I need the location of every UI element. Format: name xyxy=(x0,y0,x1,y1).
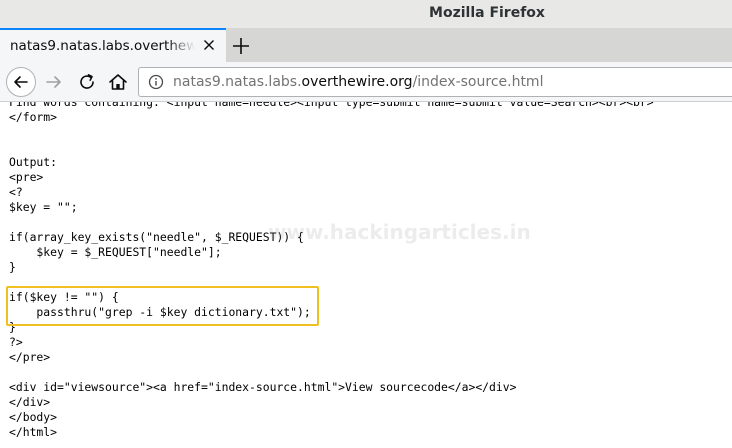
window-title: Mozilla Firefox xyxy=(429,5,545,21)
navigation-toolbar: natas9.natas.labs.overthewire.org/index-… xyxy=(0,62,732,102)
source-line: <pre> xyxy=(9,170,44,184)
source-line: <? xyxy=(9,185,23,199)
arrow-right-icon[interactable] xyxy=(44,72,64,92)
source-line: </pre> xyxy=(9,350,51,364)
watermark: www.hackingarticles.in xyxy=(268,220,531,244)
info-icon[interactable] xyxy=(148,74,164,90)
source-line: </html> xyxy=(9,425,58,439)
title-bar: Mozilla Firefox xyxy=(0,0,732,28)
source-line: ?> xyxy=(9,335,23,349)
source-line: Find words containing: <input name=needl… xyxy=(9,102,654,109)
source-line: } xyxy=(9,260,16,274)
source-line: Output: xyxy=(9,155,58,169)
source-line: </form> xyxy=(9,110,58,124)
home-icon[interactable] xyxy=(107,71,129,93)
source-line xyxy=(9,365,654,380)
tab-label: natas9.natas.labs.overthewire.org xyxy=(10,38,195,54)
highlight-box xyxy=(6,286,319,326)
close-icon[interactable] xyxy=(200,36,218,54)
url-text: natas9.natas.labs.overthewire.org/index-… xyxy=(173,74,543,90)
source-line: <div id="viewsource"><a href="index-sour… xyxy=(9,380,517,394)
source-line: $key = $_REQUEST["needle"]; xyxy=(9,245,222,259)
source-code: Find words containing: <input name=needl… xyxy=(9,102,654,440)
plus-icon[interactable] xyxy=(230,35,252,57)
arrow-left-icon xyxy=(14,76,28,88)
source-line xyxy=(9,125,654,140)
url-path: /index-source.html xyxy=(412,74,544,90)
back-button[interactable] xyxy=(6,67,36,97)
reload-icon[interactable] xyxy=(77,72,97,92)
url-bar[interactable]: natas9.natas.labs.overthewire.org/index-… xyxy=(138,67,732,97)
page-content: Find words containing: <input name=needl… xyxy=(0,102,732,448)
source-line: </div> xyxy=(9,395,51,409)
url-prefix: natas9.natas.labs. xyxy=(173,74,302,90)
source-line xyxy=(9,140,654,155)
browser-window: Mozilla Firefox natas9.natas.labs.overth… xyxy=(0,0,732,448)
tab-strip: natas9.natas.labs.overthewire.org xyxy=(0,28,732,62)
source-line: </body> xyxy=(9,410,58,424)
tab-natas9[interactable]: natas9.natas.labs.overthewire.org xyxy=(0,28,226,62)
source-line: $key = ""; xyxy=(9,200,78,214)
url-domain: overthewire.org xyxy=(301,74,413,90)
